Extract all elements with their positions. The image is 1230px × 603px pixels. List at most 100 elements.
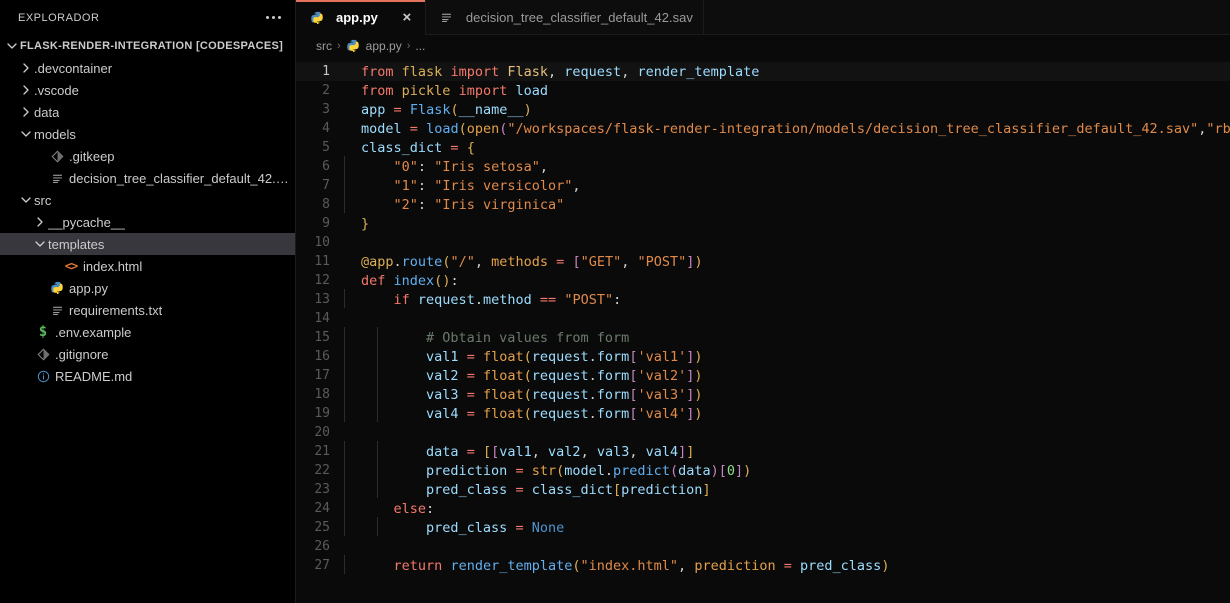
line-number: 4	[322, 121, 330, 136]
tree-item-decision-tree-classifier-default-42-sav[interactable]: decision_tree_classifier_default_42.sav	[0, 167, 295, 189]
vscode-window: EXPLORADOR FLASK-RENDER-INTEGRATION [COD…	[0, 0, 1230, 603]
chevron-down-icon[interactable]	[18, 126, 34, 142]
code-line[interactable]: 1 from flask import Flask, request, rende…	[296, 62, 1230, 81]
line-content: val4 = float(request.form['val4'])	[344, 402, 703, 422]
code-line[interactable]: 14	[296, 309, 1230, 328]
code-line[interactable]: 10	[296, 233, 1230, 252]
chevron-down-icon[interactable]	[4, 38, 20, 54]
code-line[interactable]: 21 data = [[val1, val2, val3, val4]]	[296, 440, 1230, 461]
code-line[interactable]: 24 else:	[296, 497, 1230, 518]
code-line[interactable]: 23 pred_class = class_dict[prediction]	[296, 478, 1230, 499]
code-line[interactable]: 11 @app.route("/", methods = ["GET", "POS…	[296, 252, 1230, 271]
python-file-icon	[346, 38, 361, 54]
code-line[interactable]: 27 return render_template("index.html", …	[296, 554, 1230, 575]
indent-guide	[344, 440, 345, 460]
tree-item-data[interactable]: data	[0, 101, 295, 123]
code-line[interactable]: 7 "1": "Iris versicolor",	[296, 174, 1230, 195]
line-number: 13	[314, 292, 330, 307]
tree-item-label: FLASK-RENDER-INTEGRATION [CODESPACES]	[20, 40, 284, 52]
tree-item-label: __pycache__	[48, 214, 126, 230]
line-content: "2": "Iris virginica"	[344, 193, 564, 213]
breadcrumb-item-1[interactable]: app.py	[346, 38, 402, 54]
tree-item-src[interactable]: src	[0, 189, 295, 211]
code-line[interactable]: 22 prediction = str(model.predict(data)[…	[296, 459, 1230, 480]
indent-guide	[376, 345, 378, 365]
chevron-down-icon[interactable]	[18, 192, 34, 208]
tab-label: decision_tree_classifier_default_42.sav	[465, 10, 693, 25]
tree-item-env-example[interactable]: $ .env.example	[0, 321, 295, 343]
line-number: 26	[314, 539, 330, 554]
chevron-right-icon[interactable]	[18, 104, 34, 120]
tree-item-app-py[interactable]: app.py	[0, 277, 295, 299]
tree-item-label: models	[34, 126, 76, 142]
line-number: 23	[314, 482, 330, 497]
code-line[interactable]: 20	[296, 423, 1230, 442]
tab-close-icon[interactable]: ×	[399, 10, 415, 25]
code-line[interactable]: 15 # Obtain values from form	[296, 326, 1230, 347]
tree-item-index-html[interactable]: <> index.html	[0, 255, 295, 277]
chevron-right-icon[interactable]	[18, 82, 34, 98]
tree-item-flask-render-integration-codespaces[interactable]: FLASK-RENDER-INTEGRATION [CODESPACES]	[0, 35, 295, 57]
code-line[interactable]: 8 "2": "Iris virginica"	[296, 193, 1230, 214]
tree-item-gitkeep[interactable]: .gitkeep	[0, 145, 295, 167]
tree-item-models[interactable]: models	[0, 123, 295, 145]
tree-item-templates[interactable]: templates	[0, 233, 295, 255]
tree-item-label: .devcontainer	[34, 60, 113, 76]
code-editor[interactable]: 1 from flask import Flask, request, rende…	[296, 57, 1230, 603]
more-actions-icon[interactable]	[264, 12, 283, 23]
breadcrumb-item-0[interactable]: src	[316, 39, 332, 53]
chevron-right-icon[interactable]	[32, 214, 48, 230]
code-line[interactable]: 19 val4 = float(request.form['val4'])	[296, 402, 1230, 423]
line-content: val3 = float(request.form['val3'])	[344, 383, 703, 403]
line-content: # Obtain values from form	[344, 326, 629, 346]
code-line[interactable]: 12 def index():	[296, 271, 1230, 290]
indent-guide	[376, 478, 378, 498]
tree-item-label: .vscode	[34, 82, 79, 98]
code-line[interactable]: 18 val3 = float(request.form['val3'])	[296, 383, 1230, 404]
chevron-down-icon[interactable]	[32, 236, 48, 252]
indent-guide	[344, 516, 345, 536]
line-number: 15	[314, 330, 330, 345]
tree-item-readme-md[interactable]: README.md	[0, 365, 295, 387]
code-line[interactable]: 25 pred_class = None	[296, 516, 1230, 537]
indent-guide	[376, 364, 378, 384]
tree-item-devcontainer[interactable]: .devcontainer	[0, 57, 295, 79]
code-line[interactable]: 3 app = Flask(__name__)	[296, 100, 1230, 119]
line-number: 17	[314, 368, 330, 383]
code-line[interactable]: 9}	[296, 214, 1230, 233]
indent-guide	[344, 402, 345, 422]
code-line[interactable]: 6 "0": "Iris setosa",	[296, 155, 1230, 176]
line-number: 10	[314, 235, 330, 250]
list-file-icon	[48, 302, 66, 318]
line-number: 27	[314, 558, 330, 573]
indent-guide	[376, 383, 378, 403]
tree-item-pycache[interactable]: __pycache__	[0, 211, 295, 233]
code-line[interactable]: 5 class_dict = {	[296, 138, 1230, 157]
python-file-icon	[308, 10, 326, 26]
chevron-right-icon[interactable]	[18, 60, 34, 76]
line-content: from flask import Flask, request, render…	[361, 63, 760, 80]
code-line[interactable]: 2 from pickle import load	[296, 81, 1230, 100]
line-content: if request.method == "POST":	[344, 288, 621, 308]
code-line[interactable]: 16 val1 = float(request.form['val1'])	[296, 345, 1230, 366]
tree-item-requirements-txt[interactable]: requirements.txt	[0, 299, 295, 321]
tab-label: app.py	[336, 10, 378, 25]
tree-item-vscode[interactable]: .vscode	[0, 79, 295, 101]
code-line[interactable]: 4 model = load(open("/workspaces/flask-re…	[296, 119, 1230, 138]
line-content: val2 = float(request.form['val2'])	[344, 364, 703, 384]
line-number: 1	[322, 64, 330, 79]
indent-guide	[344, 155, 345, 175]
tree-item-label: src	[34, 192, 52, 208]
indent-guide	[344, 345, 345, 365]
line-number: 25	[314, 520, 330, 535]
line-content: app = Flask(__name__)	[361, 101, 532, 118]
breadcrumb-item-2[interactable]: ...	[415, 39, 425, 53]
tab-decision-tree-classifier-default-42-sav[interactable]: decision_tree_classifier_default_42.sav	[426, 0, 704, 35]
tab-app-py[interactable]: app.py ×	[296, 0, 426, 35]
code-line[interactable]: 17 val2 = float(request.form['val2'])	[296, 364, 1230, 385]
tree-item-gitignore[interactable]: .gitignore	[0, 343, 295, 365]
code-line[interactable]: 13 if request.method == "POST":	[296, 288, 1230, 309]
tab-bar: app.py × decision_tree_classifier_default_…	[296, 0, 1230, 35]
code-line[interactable]: 26	[296, 537, 1230, 556]
